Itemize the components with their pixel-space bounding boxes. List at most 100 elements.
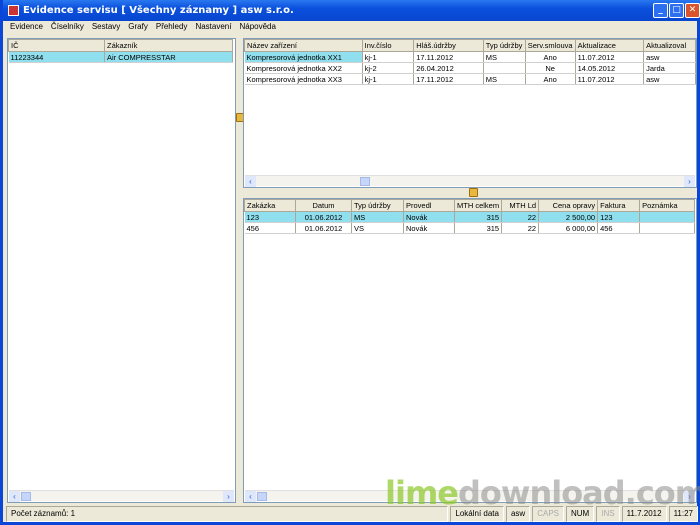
app-icon (8, 5, 19, 16)
table-cell[interactable]: 11.07.2012 (575, 51, 645, 63)
table-cell[interactable]: Air COMPRESSTAR (104, 51, 233, 63)
scroll-left-icon[interactable]: ‹ (245, 491, 256, 502)
table-cell[interactable]: Novák (403, 222, 455, 234)
table-cell[interactable]: 11223344 (8, 51, 105, 63)
close-button[interactable]: ✕ (685, 3, 700, 18)
column-header[interactable]: Poznámka (639, 199, 696, 212)
app-window: Evidence servisu [ Všechny záznamy ] asw… (0, 0, 700, 525)
scroll-thumb[interactable] (360, 177, 370, 186)
table-cell[interactable]: 01.06.2012 (295, 222, 352, 234)
lock-icon[interactable] (469, 188, 478, 197)
status-user: asw (505, 506, 531, 522)
table-cell[interactable]: Novák (403, 211, 455, 223)
column-header[interactable]: Cena opravy (538, 199, 599, 212)
table-cell[interactable]: Ne (525, 62, 576, 74)
scroll-left-icon[interactable]: ‹ (9, 491, 20, 502)
column-header[interactable]: IČ (8, 39, 105, 52)
column-header[interactable]: Inv.číslo (361, 39, 415, 52)
table-cell[interactable]: 22 (501, 222, 540, 234)
menu-prehledy[interactable]: Přehledy (152, 21, 192, 33)
menu-napoveda[interactable]: Nápověda (235, 21, 279, 33)
column-header[interactable]: Faktura (597, 199, 641, 212)
table-cell[interactable]: 14.05.2012 (575, 62, 645, 74)
table-cell[interactable]: 26.04.2012 (413, 62, 484, 74)
column-header[interactable]: Aktualizoval (643, 39, 696, 52)
table-cell[interactable]: 315 (454, 222, 503, 234)
table-cell[interactable]: 456 (597, 222, 641, 234)
horizontal-scrollbar[interactable]: ‹ › (245, 175, 695, 187)
table-row[interactable]: 11223344 Air COMPRESSTAR (8, 51, 233, 63)
data-source: Lokální data (450, 506, 504, 522)
menu-sestavy[interactable]: Sestavy (88, 21, 124, 33)
table-row[interactable]: Kompresorová jednotka XX2 kj-2 26.04.2012 N… (244, 62, 696, 74)
table-cell[interactable]: 6 000,00 (538, 222, 599, 234)
column-header[interactable]: Serv.smlouva (524, 39, 576, 52)
column-header[interactable]: Zakázka (244, 199, 296, 212)
maximize-button[interactable]: □ (669, 3, 684, 18)
column-header[interactable]: Typ údržby (351, 199, 404, 212)
table-cell[interactable] (483, 62, 526, 74)
table-cell[interactable]: kj-1 (362, 51, 415, 63)
column-header[interactable]: Zákazník (104, 39, 233, 52)
table-cell[interactable]: 456 (244, 222, 296, 234)
column-header[interactable]: MTH celkem (453, 199, 503, 212)
menu-bar: Evidence Číselníky Sestavy Grafy Přehled… (6, 21, 280, 33)
orders-grid: Zakázka Datum Typ údržby Provedl MTH celkem M… (243, 198, 697, 503)
table-cell[interactable]: Jarda (643, 62, 696, 74)
column-header[interactable]: Datum (295, 199, 352, 212)
scroll-thumb[interactable] (257, 492, 267, 501)
menu-nastaveni[interactable]: Nastavení (191, 21, 235, 33)
devices-table: Název zařízení Inv.číslo Hláš.údržby Typ úd… (244, 39, 696, 85)
scroll-thumb[interactable] (21, 492, 31, 501)
table-row[interactable]: 456 01.06.2012 VS Novák 315 22 6 000,00 456 (244, 222, 696, 234)
table-cell[interactable]: asw (643, 51, 696, 63)
table-row[interactable]: Kompresorová jednotka XX1 kj-1 17.11.2012 M… (244, 51, 696, 63)
column-header[interactable]: Hláš.údržby (413, 39, 484, 52)
menu-ciselniky[interactable]: Číselníky (47, 21, 88, 33)
column-header[interactable]: Název zařízení (244, 39, 363, 52)
table-cell[interactable]: Ano (525, 51, 576, 63)
ins-indicator: INS (596, 506, 620, 522)
table-cell[interactable] (639, 211, 696, 223)
table-cell[interactable]: 01.06.2012 (295, 211, 352, 223)
menu-evidence[interactable]: Evidence (6, 21, 47, 33)
table-cell[interactable]: Ano (525, 73, 576, 85)
table-cell[interactable]: 123 (244, 211, 296, 223)
table-cell[interactable] (639, 222, 696, 234)
table-cell[interactable]: 11.07.2012 (575, 73, 645, 85)
table-row[interactable]: 123 01.06.2012 MS Novák 315 22 2 500,00 123 (244, 211, 696, 223)
table-cell[interactable]: Kompresorová jednotka XX2 (244, 62, 363, 74)
column-header[interactable]: Provedl (403, 199, 455, 212)
table-cell[interactable]: 123 (597, 211, 641, 223)
status-bar: Počet záznamů: 1 Lokální data asw CAPS N… (6, 506, 700, 522)
table-cell[interactable]: MS (483, 51, 526, 63)
window-title: Evidence servisu [ Všechny záznamy ] asw… (23, 5, 294, 16)
table-cell[interactable]: 17.11.2012 (413, 73, 484, 85)
customers-grid: IČ Zákazník 11223344 Air COMPRESSTAR ‹ › (7, 38, 236, 503)
table-cell[interactable]: MS (351, 211, 404, 223)
table-cell[interactable]: MS (483, 73, 526, 85)
num-indicator: NUM (566, 506, 595, 522)
minimize-button[interactable]: _ (653, 3, 668, 18)
table-cell[interactable]: asw (643, 73, 696, 85)
scroll-left-icon[interactable]: ‹ (245, 176, 256, 187)
table-cell[interactable]: 17.11.2012 (413, 51, 484, 63)
table-cell[interactable]: 315 (454, 211, 503, 223)
scroll-right-icon[interactable]: › (223, 491, 234, 502)
customers-table: IČ Zákazník 11223344 Air COMPRESSTAR (8, 39, 233, 63)
table-cell[interactable]: 22 (501, 211, 540, 223)
column-header[interactable]: Typ údržby (482, 39, 526, 52)
table-cell[interactable]: VS (351, 222, 404, 234)
scroll-right-icon[interactable]: › (684, 176, 695, 187)
column-header[interactable]: MTH Ld (501, 199, 540, 212)
table-cell[interactable]: Kompresorová jednotka XX1 (244, 51, 363, 63)
table-cell[interactable]: kj-1 (362, 73, 415, 85)
menu-grafy[interactable]: Grafy (124, 21, 152, 33)
table-cell[interactable]: Kompresorová jednotka XX3 (244, 73, 363, 85)
table-cell[interactable]: kj-2 (362, 62, 415, 74)
column-header[interactable]: Aktualizace (574, 39, 645, 52)
table-cell[interactable]: 2 500,00 (538, 211, 599, 223)
table-row[interactable]: Kompresorová jednotka XX3 kj-1 17.11.2012 M… (244, 73, 696, 85)
orders-table: Zakázka Datum Typ údržby Provedl MTH celkem M… (244, 199, 696, 234)
horizontal-scrollbar[interactable]: ‹ › (9, 490, 234, 502)
